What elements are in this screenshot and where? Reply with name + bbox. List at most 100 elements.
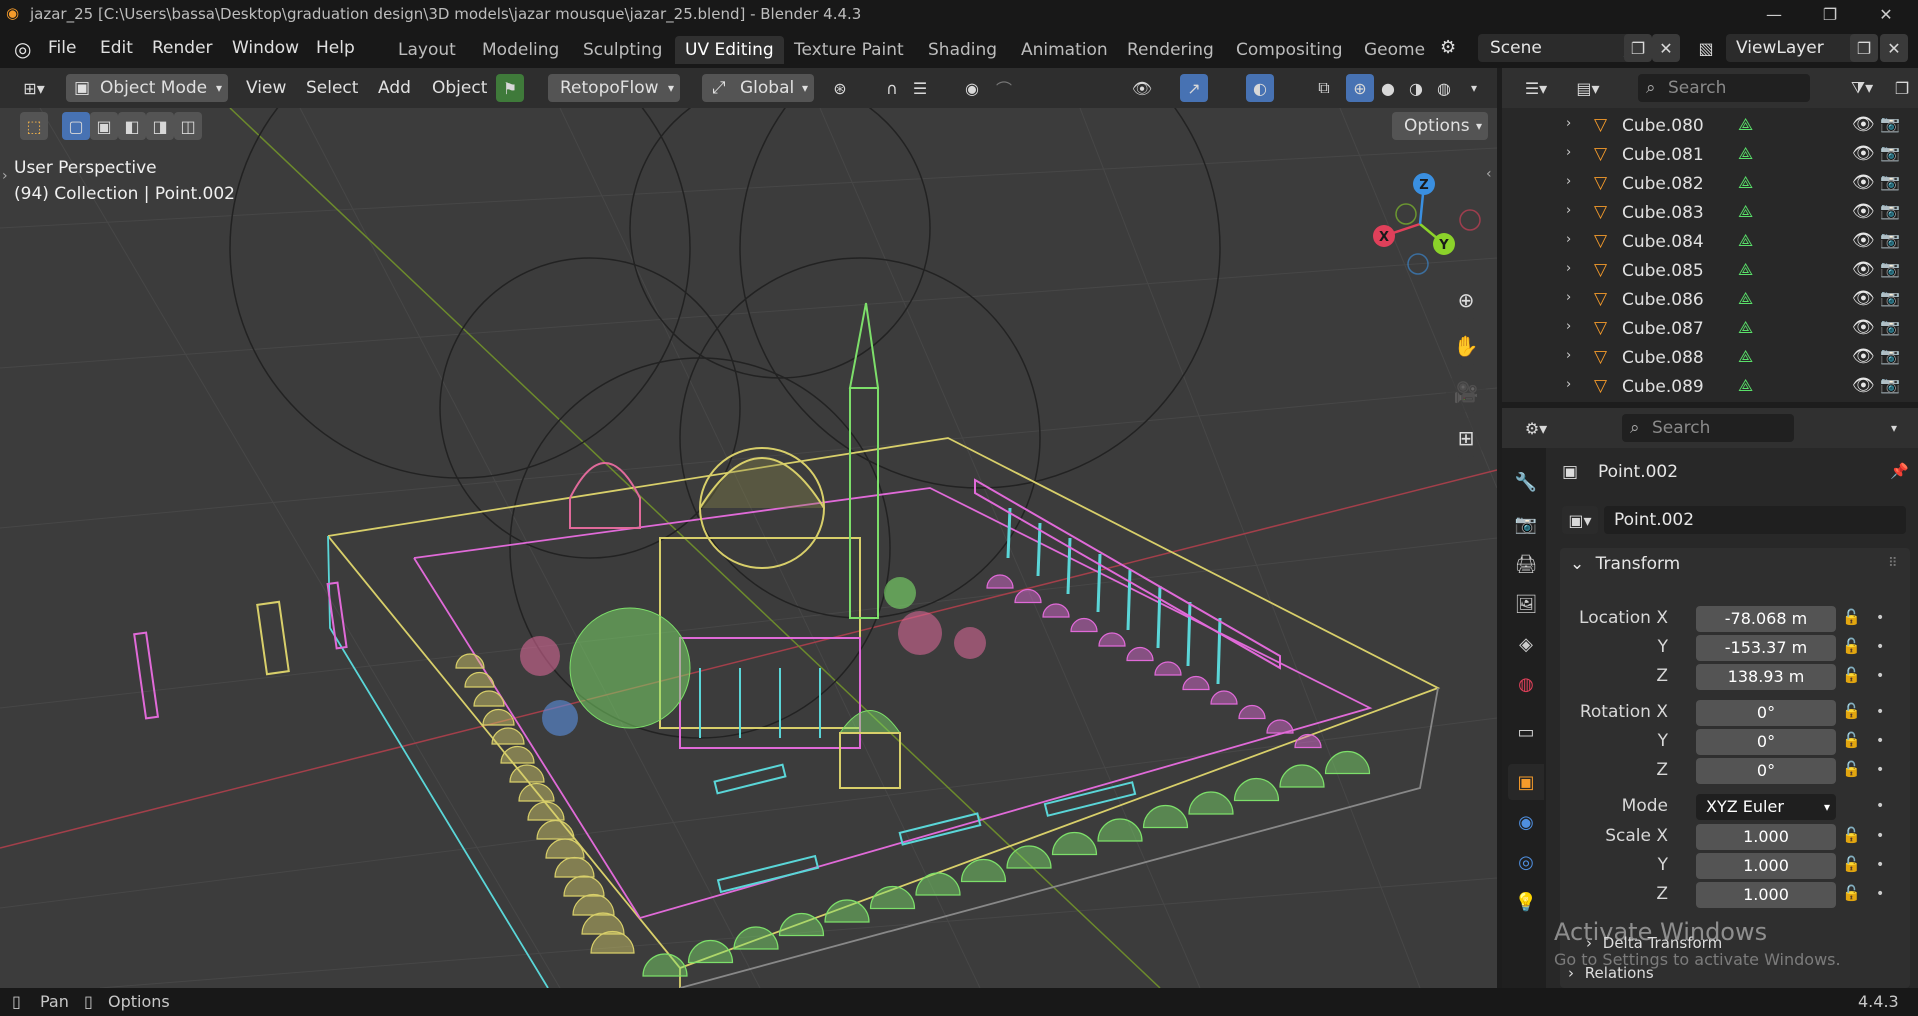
pin-icon[interactable]: 📌	[1890, 462, 1909, 480]
tab-layout[interactable]: Layout	[388, 36, 466, 64]
mesh-data-icon[interactable]: ⟁	[1738, 173, 1753, 193]
mesh-data-icon[interactable]: ⟁	[1738, 260, 1753, 280]
shading-options-icon[interactable]: ▾	[1460, 74, 1488, 102]
outliner-row[interactable]: › ▽ Cube.081 ⟁ 👁 📷	[1502, 141, 1902, 169]
data-tab-icon[interactable]: 💡	[1508, 884, 1544, 920]
camera-render-icon[interactable]: 📷	[1880, 114, 1900, 133]
keyframe-dot-icon[interactable]: •	[1876, 857, 1884, 873]
lock-icon[interactable]: 🔓	[1842, 637, 1861, 655]
mesh-data-icon[interactable]: ⟁	[1738, 376, 1753, 396]
rotation-mode-select[interactable]: XYZ Euler ▾	[1696, 794, 1836, 820]
display-mode-icon[interactable]: ▤▾	[1568, 74, 1608, 102]
scene-tab-icon[interactable]: ◈	[1508, 626, 1544, 662]
mesh-data-icon[interactable]: ⟁	[1738, 144, 1753, 164]
modifier-tab-icon[interactable]: ◉	[1508, 804, 1544, 840]
camera-render-icon[interactable]: 📷	[1880, 230, 1900, 249]
eye-icon[interactable]: 👁	[1852, 288, 1875, 309]
keyframe-dot-icon[interactable]: •	[1876, 798, 1884, 814]
tool-tab-icon[interactable]: 🔧	[1508, 464, 1544, 500]
ortho-grid-icon[interactable]: ⊞	[1446, 418, 1486, 458]
maximize-button[interactable]: ❐	[1804, 0, 1856, 28]
tab-sculpting[interactable]: Sculpting	[573, 36, 672, 64]
output-tab-icon[interactable]: 🖨	[1508, 546, 1544, 582]
tab-compositing[interactable]: Compositing	[1226, 36, 1353, 64]
lock-icon[interactable]: 🔓	[1842, 884, 1861, 902]
sidebar-toggle-icon[interactable]: ‹	[1486, 166, 1492, 182]
keyframe-dot-icon[interactable]: •	[1876, 704, 1884, 720]
falloff-icon[interactable]: ⌒	[990, 74, 1018, 102]
mesh-data-icon[interactable]: ⟁	[1738, 115, 1753, 135]
outliner-editor-type-icon[interactable]: ☰▾	[1516, 74, 1556, 102]
lock-icon[interactable]: 🔓	[1842, 666, 1861, 684]
keyframe-dot-icon[interactable]: •	[1876, 762, 1884, 778]
pan-hand-icon[interactable]: ✋	[1446, 326, 1486, 366]
expand-arrow-icon[interactable]: ›	[1566, 232, 1571, 247]
eye-icon[interactable]: 👁	[1852, 201, 1875, 222]
menu-render[interactable]: Render	[144, 36, 221, 60]
view-layer-tab-icon[interactable]: 🖼	[1508, 586, 1544, 622]
new-view-layer-icon[interactable]: ❐	[1850, 34, 1878, 62]
outliner-row[interactable]: › ▽ Cube.080 ⟁ 👁 📷	[1502, 112, 1902, 140]
eye-icon[interactable]: 👁	[1852, 346, 1875, 367]
camera-render-icon[interactable]: 📷	[1880, 172, 1900, 191]
eye-icon[interactable]: 👁	[1852, 375, 1875, 396]
proportional-edit-icon[interactable]: ◉	[958, 74, 986, 102]
tab-shading[interactable]: Shading	[918, 36, 1007, 64]
eye-icon[interactable]: 👁	[1852, 143, 1875, 164]
viewport-options-button[interactable]: Options ▾	[1392, 112, 1488, 140]
menu-help[interactable]: Help	[308, 36, 363, 60]
snap-icon[interactable]: ∩	[878, 74, 906, 102]
view-layer-selector[interactable]: ViewLayer	[1726, 34, 1856, 62]
mesh-data-icon[interactable]: ⟁	[1738, 347, 1753, 367]
lock-icon[interactable]: 🔓	[1842, 731, 1861, 749]
solid-shading-icon[interactable]: ●	[1374, 74, 1402, 102]
pivot-point-icon[interactable]: ⊛	[826, 74, 854, 102]
tab-modeling[interactable]: Modeling	[472, 36, 569, 64]
keyframe-dot-icon[interactable]: •	[1876, 828, 1884, 844]
rotation-x-field[interactable]: 0°	[1696, 700, 1836, 726]
outliner-row[interactable]: › ▽ Cube.085 ⟁ 👁 📷	[1502, 257, 1902, 285]
scene-type-icon[interactable]: ⚙	[1440, 37, 1456, 58]
menu-edit[interactable]: Edit	[92, 36, 141, 60]
outliner-row[interactable]: › ▽ Cube.084 ⟁ 👁 📷	[1502, 228, 1902, 256]
outliner-row[interactable]: › ▽ Cube.083 ⟁ 👁 📷	[1502, 199, 1902, 227]
menu-select[interactable]: Select	[306, 74, 358, 102]
world-tab-icon[interactable]: ◍	[1508, 666, 1544, 702]
collection-tab-icon[interactable]: ▭	[1508, 714, 1544, 750]
select-intersect-icon[interactable]: ◫	[174, 112, 202, 140]
keyframe-dot-icon[interactable]: •	[1876, 733, 1884, 749]
editor-type-icon[interactable]: ⊞▾	[14, 74, 54, 102]
rendered-shading-icon[interactable]: ◍	[1430, 74, 1458, 102]
mesh-data-icon[interactable]: ⟁	[1738, 318, 1753, 338]
delete-scene-icon[interactable]: ✕	[1652, 34, 1680, 62]
transform-orientation-selector[interactable]: ⤢ Global ▾	[702, 74, 814, 102]
object-tab-icon[interactable]: ▣	[1508, 764, 1544, 800]
material-shading-icon[interactable]: ◑	[1402, 74, 1430, 102]
render-tab-icon[interactable]: 📷	[1508, 506, 1544, 542]
properties-options-icon[interactable]: ▾	[1880, 414, 1908, 442]
blender-menu-icon[interactable]: ◎	[14, 37, 31, 61]
camera-render-icon[interactable]: 📷	[1880, 259, 1900, 278]
tab-uv-editing[interactable]: UV Editing	[675, 36, 784, 64]
lock-icon[interactable]: 🔓	[1842, 855, 1861, 873]
location-z-field[interactable]: 138.93 m	[1696, 664, 1836, 690]
snap-target-icon[interactable]: ☰	[906, 74, 934, 102]
eye-icon[interactable]: 👁	[1852, 172, 1875, 193]
rotation-y-field[interactable]: 0°	[1696, 729, 1836, 755]
expand-arrow-icon[interactable]: ›	[1566, 261, 1571, 276]
expand-arrow-icon[interactable]: ›	[1566, 145, 1571, 160]
scene-wireframe-canvas[interactable]	[0, 108, 1497, 988]
outliner-search-input[interactable]: ⌕ Search	[1638, 74, 1810, 102]
drag-handle-icon[interactable]: ⠿	[1888, 556, 1898, 571]
mesh-data-icon[interactable]: ⟁	[1738, 289, 1753, 309]
lock-icon[interactable]: 🔓	[1842, 608, 1861, 626]
expand-arrow-icon[interactable]: ›	[1566, 203, 1571, 218]
mesh-data-icon[interactable]: ⟁	[1738, 202, 1753, 222]
new-collection-icon[interactable]: ❐	[1888, 74, 1916, 102]
minimize-button[interactable]: —	[1748, 0, 1800, 28]
close-window-button[interactable]: ✕	[1860, 0, 1912, 28]
keyframe-dot-icon[interactable]: •	[1876, 886, 1884, 902]
wireframe-shading-icon[interactable]: ⊕	[1346, 74, 1374, 102]
properties-editor-type-icon[interactable]: ⚙▾	[1516, 414, 1556, 442]
object-name-field[interactable]: Point.002	[1604, 506, 1906, 534]
